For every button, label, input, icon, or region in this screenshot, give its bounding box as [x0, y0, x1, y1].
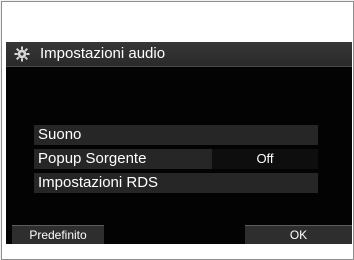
menu-item-label: Suono	[38, 126, 82, 143]
menu-item-suono[interactable]: Suono	[34, 125, 318, 145]
page-title: Impostazioni audio	[40, 45, 166, 62]
menu-item-label: Impostazioni RDS	[38, 174, 159, 191]
title-bar: Impostazioni audio	[6, 42, 352, 67]
popup-sorgente-value-text: Off	[256, 151, 274, 166]
default-button[interactable]: Predefinito	[12, 225, 104, 244]
popup-sorgente-value: Off	[212, 149, 318, 169]
menu-item-impostazioni-rds[interactable]: Impostazioni RDS	[34, 173, 318, 193]
gear-icon	[14, 46, 30, 62]
screen: Impostazioni audio Suono Popup Sorgente …	[6, 42, 352, 244]
display-frame: Impostazioni audio Suono Popup Sorgente …	[1, 1, 354, 260]
ok-button[interactable]: OK	[245, 225, 352, 244]
menu-item-popup-sorgente[interactable]: Popup Sorgente Off	[34, 149, 318, 169]
menu-item-label: Popup Sorgente	[38, 150, 147, 167]
